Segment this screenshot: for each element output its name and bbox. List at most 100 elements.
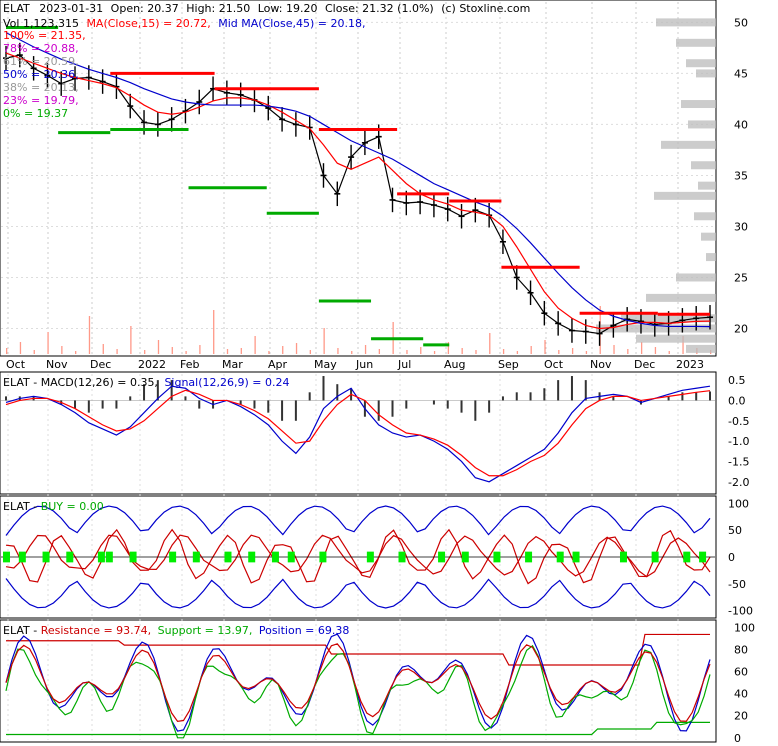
volume-profile-bar xyxy=(676,273,716,282)
volume-bar xyxy=(47,332,49,354)
fib-levels: 100% = 21.35,78% = 20.88,61% = 20.59,50%… xyxy=(3,29,86,120)
volume-bar xyxy=(627,349,629,354)
ma15-legend: MA(Close,15) = 20.72, xyxy=(86,17,210,30)
macd-histogram-bar xyxy=(432,400,435,405)
position-tick-label: 40 xyxy=(734,688,748,701)
close-value: Close: 21.32 (1.0%) xyxy=(325,2,434,15)
buy-series xyxy=(1,505,715,609)
volume-profile-bar xyxy=(636,334,716,343)
buy-signal-bar xyxy=(129,551,137,563)
macd-histogram-bar xyxy=(115,400,118,409)
volume-profile xyxy=(596,18,716,353)
volume-profile-bar xyxy=(681,100,716,109)
month-tick-label: 2023 xyxy=(676,358,704,371)
volume-profile-bar xyxy=(701,232,716,241)
buy-signal-bar xyxy=(493,551,501,563)
volume-bar xyxy=(640,342,643,354)
volume-bar xyxy=(157,340,160,354)
position-tick-label: 100 xyxy=(734,622,755,635)
buy-signal-bar xyxy=(556,551,564,563)
quote-date: 2023-01-31 xyxy=(39,2,103,15)
macd-histogram-bar xyxy=(515,392,518,401)
buy-signal-bar xyxy=(105,551,113,563)
volume-bar xyxy=(475,350,477,354)
volume-profile-bar xyxy=(661,140,716,149)
buy-signal-bar xyxy=(287,551,295,563)
volume-bar xyxy=(585,351,588,354)
ticker: ELAT xyxy=(3,2,30,15)
volume-profile-bar xyxy=(706,253,716,262)
macd-histogram-bar xyxy=(336,384,339,401)
volume-bar xyxy=(199,345,201,354)
macd-tick-label: -2.0 xyxy=(728,476,749,489)
month-tick-label: Sep xyxy=(498,358,519,371)
volume-bar xyxy=(433,351,436,354)
macd-histogram-bar xyxy=(405,400,408,409)
position-tick-label: 80 xyxy=(734,644,748,657)
volume-bar xyxy=(102,344,104,354)
volume-bar xyxy=(654,347,657,354)
macd-histogram-bar xyxy=(570,376,573,401)
buy-tick-label: 50 xyxy=(728,524,742,537)
macd-histogram-bar xyxy=(584,380,587,401)
month-tick-label: Oct xyxy=(544,358,564,371)
volume-profile-bar xyxy=(654,191,716,200)
month-tick-label: Dec xyxy=(90,358,111,371)
month-tick-label: Jun xyxy=(355,358,373,371)
volume-bar xyxy=(171,347,173,354)
buy-tick-label: 100 xyxy=(728,497,749,510)
month-tick-label: 2022 xyxy=(138,358,166,371)
volume-bar xyxy=(240,348,242,354)
volume-bar xyxy=(282,346,284,354)
month-tick-label: Nov xyxy=(46,358,68,371)
macd-histogram-bar xyxy=(474,400,477,421)
fib-level-label: 38% = 20.13, xyxy=(3,81,79,94)
macd-histogram-bar xyxy=(543,388,546,401)
fib-level-label: 0% = 19.37 xyxy=(3,107,68,120)
volume-profile-bar xyxy=(676,38,716,47)
buy-signal-bar xyxy=(169,551,177,563)
buy-signal-bar xyxy=(683,551,691,563)
volume-bar xyxy=(323,328,325,354)
volume-bar xyxy=(19,342,22,354)
macd-tick-label: 0.5 xyxy=(728,374,746,387)
macd-histogram-bar xyxy=(460,400,463,413)
price-tick-label: 25 xyxy=(734,271,748,284)
volume-profile-bar xyxy=(694,212,716,221)
fib-level-label: 100% = 21.35, xyxy=(3,29,86,42)
volume-bar xyxy=(309,350,311,354)
fib-level-label: 61% = 20.59, xyxy=(3,55,79,68)
volume-bar xyxy=(6,348,8,354)
buy-signal-bar xyxy=(319,551,327,563)
volume-bar xyxy=(61,346,63,354)
macd-histogram-bar xyxy=(391,400,394,417)
source-credit: (c) Stoxline.com xyxy=(441,2,530,15)
open-value: Open: 20.37 xyxy=(111,2,179,15)
volume-profile-bar xyxy=(646,293,716,302)
macd-histogram-bar xyxy=(253,400,256,409)
macd-histogram-bar xyxy=(184,396,187,401)
volume-profile-bar xyxy=(686,344,716,353)
macd-tick-label: 0.0 xyxy=(728,394,746,407)
volume-bar xyxy=(406,350,408,354)
volume-bar xyxy=(571,348,574,354)
macd-histogram-bar xyxy=(377,400,380,421)
volume-bar xyxy=(613,345,615,354)
volume-bar xyxy=(558,350,560,354)
volume-bar xyxy=(226,349,229,354)
volume-bar xyxy=(130,326,132,354)
volume-bar xyxy=(489,333,491,354)
macd-histogram-bar xyxy=(87,400,90,413)
price-tick-label: 45 xyxy=(734,67,748,80)
volume-profile-bar xyxy=(656,18,716,27)
macd-histogram-bar xyxy=(501,396,504,401)
macd-histogram-bar xyxy=(695,392,698,401)
volume-bar xyxy=(668,351,670,354)
stock-chart: Oct Nov Dec 2022 Feb Mar Apr May Jun Jul Aug Sep Oct… xyxy=(0,0,755,745)
position-tick-label: 0 xyxy=(734,732,741,745)
high-value: High: 21.50 xyxy=(186,2,250,15)
macd-tick-label: -0.5 xyxy=(728,415,749,428)
buy-signal-bar xyxy=(224,551,232,563)
macd-histogram-bar xyxy=(681,392,684,401)
macd-tick-label: -1.0 xyxy=(728,435,749,448)
